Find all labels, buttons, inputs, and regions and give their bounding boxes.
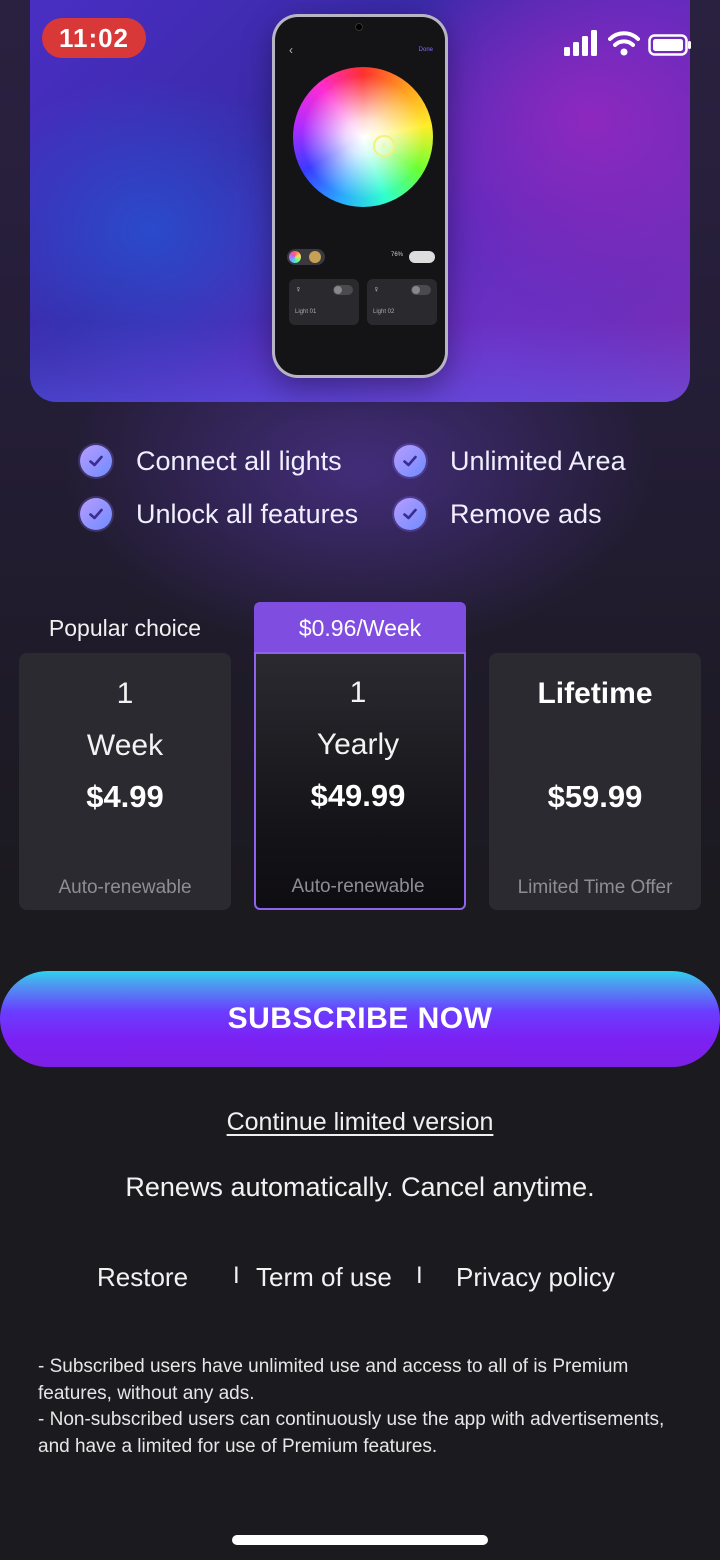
phone-mockup: ‹ Done ♀ 76% ♀ Light 01 ♀ Light 02 — [272, 14, 448, 378]
privacy-link[interactable]: Privacy policy — [456, 1262, 615, 1293]
brightness-value: 76% — [391, 252, 404, 258]
color-mode-icon — [289, 251, 301, 263]
plan-price: $49.99 — [310, 778, 406, 813]
plan-footnote: Auto-renewable — [58, 877, 192, 898]
phone-screen: ‹ Done ♀ 76% ♀ Light 01 ♀ Light 02 — [275, 17, 445, 375]
plan-footnote: Auto-renewable — [291, 876, 425, 897]
subscribe-button[interactable]: SUBSCRIBE NOW — [0, 971, 720, 1067]
check-icon — [394, 445, 426, 477]
check-icon — [80, 445, 112, 477]
popular-choice-label: Popular choice — [48, 614, 202, 641]
light-toggle — [333, 285, 353, 295]
footer-links: Restore I Term of use I Privacy policy — [0, 1262, 720, 1302]
link-separator: I — [416, 1262, 423, 1289]
subscription-notes: - Subscribed users have unlimited use an… — [38, 1354, 678, 1460]
plan-quantity: 1 — [116, 677, 134, 710]
plan-period: Yearly — [316, 728, 400, 761]
check-icon — [394, 498, 426, 530]
back-chevron-icon: ‹ — [289, 43, 293, 57]
phone-controls: 76% — [287, 249, 435, 265]
signal-icon — [564, 30, 597, 56]
bulb-icon: ♀ — [295, 284, 302, 294]
plan-card-lifetime[interactable]: Lifetime $59.99 Limited Time Offer — [489, 653, 701, 910]
terms-link[interactable]: Term of use — [256, 1262, 392, 1293]
plan-title: Lifetime — [537, 677, 653, 710]
weekly-price-badge: $0.96/Week — [254, 602, 466, 654]
bulb-pin-icon: ♀ — [373, 135, 395, 157]
paywall-screen: ‹ Done ♀ 76% ♀ Light 01 ♀ Light 02 11:02… — [0, 0, 720, 1560]
renews-text: Renews automatically. Cancel anytime. — [125, 1172, 595, 1202]
link-separator: I — [233, 1262, 240, 1289]
note-line: - Non-subscribed users can continuously … — [38, 1409, 665, 1457]
light-toggle — [411, 285, 431, 295]
feature-item: Unlock all features — [80, 491, 358, 537]
battery-icon — [648, 34, 691, 56]
light-card: ♀ Light 01 — [289, 279, 359, 325]
brightness-slider — [409, 251, 435, 263]
status-time: 11:02 — [42, 18, 146, 58]
status-icons — [560, 30, 692, 60]
plan-price: $4.99 — [86, 779, 164, 814]
home-indicator[interactable] — [232, 1535, 488, 1545]
plan-price: $59.99 — [547, 779, 643, 814]
phone-done-label: Done — [418, 47, 433, 53]
light-label: Light 01 — [295, 309, 317, 315]
plan-card-yearly[interactable]: 1 Yearly $49.99 Auto-renewable — [254, 652, 466, 910]
white-mode-icon — [309, 251, 321, 263]
feature-item: Connect all lights — [80, 438, 342, 484]
feature-label: Connect all lights — [136, 445, 342, 476]
check-icon — [80, 498, 112, 530]
feature-label: Unlock all features — [136, 498, 359, 529]
bulb-icon: ♀ — [373, 284, 380, 294]
feature-label: Unlimited Area — [450, 445, 626, 476]
plan-footnote: Limited Time Offer — [517, 877, 673, 898]
feature-list: Connect all lights Unlimited Area Unlock… — [78, 438, 678, 548]
phone-camera — [355, 23, 363, 31]
wifi-icon — [608, 31, 640, 56]
light-label: Light 02 — [373, 309, 395, 315]
plan-quantity: 1 — [349, 676, 367, 709]
plan-period: Week — [86, 729, 164, 762]
feature-item: Unlimited Area — [394, 438, 626, 484]
color-wheel — [293, 67, 433, 207]
note-line: - Subscribed users have unlimited use an… — [38, 1356, 629, 1404]
restore-link[interactable]: Restore — [97, 1262, 188, 1293]
feature-label: Remove ads — [450, 498, 602, 529]
light-card: ♀ Light 02 — [367, 279, 437, 325]
feature-item: Remove ads — [394, 491, 602, 537]
plan-card-week[interactable]: 1 Week $4.99 Auto-renewable — [19, 653, 231, 910]
continue-limited-link[interactable]: Continue limited version — [0, 1108, 720, 1137]
